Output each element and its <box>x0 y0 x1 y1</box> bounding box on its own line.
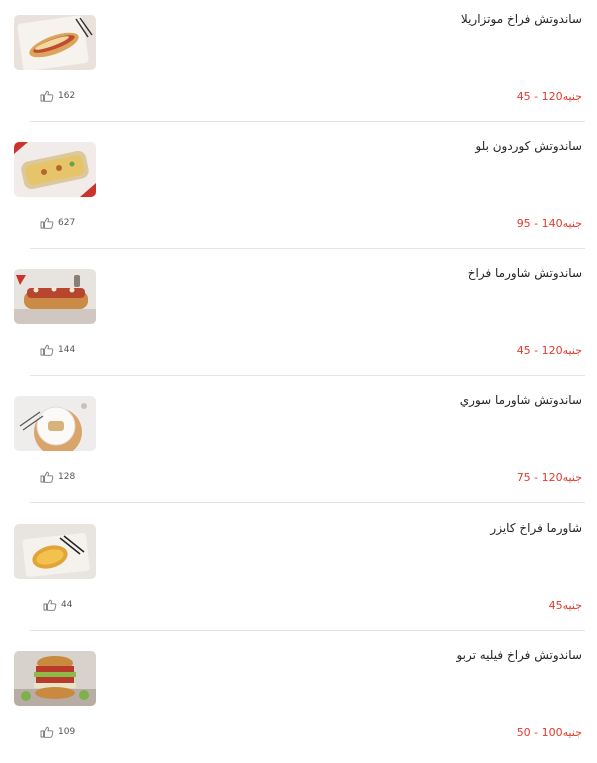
price-value: 95 - 140 <box>516 217 563 230</box>
like-button[interactable]: 128 <box>40 471 75 483</box>
thumbs-up-icon <box>40 344 54 356</box>
item-price: 45 - 120جنيه <box>517 90 582 103</box>
like-button[interactable]: 44 <box>43 599 72 611</box>
sandwich-image <box>14 651 96 706</box>
item-image[interactable] <box>14 651 96 706</box>
item-image[interactable] <box>14 269 96 324</box>
divider <box>30 375 585 376</box>
price-currency: جنيه <box>562 90 582 103</box>
item-price: 75 - 120جنيه <box>517 471 582 484</box>
menu-item[interactable]: شاورما فراخ كايزر 45جنيه 44 <box>0 509 597 636</box>
item-image[interactable] <box>14 142 96 197</box>
price-currency: جنيه <box>562 726 582 739</box>
price-value: 45 - 120 <box>516 344 563 357</box>
price-currency: جنيه <box>562 344 582 357</box>
item-image[interactable] <box>14 15 96 70</box>
item-image[interactable] <box>14 524 96 579</box>
item-price: 50 - 100جنيه <box>517 726 582 739</box>
thumbs-up-icon <box>40 471 54 483</box>
item-price: 45جنيه <box>549 599 582 612</box>
thumbs-up-icon <box>40 90 54 102</box>
like-button[interactable]: 162 <box>40 90 75 102</box>
like-count: 144 <box>58 345 76 355</box>
divider <box>30 121 585 122</box>
price-value: 50 - 100 <box>516 726 563 739</box>
menu-item[interactable]: ساندوتش شاورما سوري 75 - 120جنيه 128 <box>0 381 597 508</box>
menu-list: ساندوتش فراخ موتزاريلا 45 - 120جنيه 162 … <box>0 0 597 756</box>
like-button[interactable]: 109 <box>40 726 75 738</box>
item-title[interactable]: ساندوتش كوردون بلو <box>475 139 582 153</box>
price-value: 45 - 120 <box>516 90 563 103</box>
price-value: 45 <box>548 599 563 612</box>
menu-item[interactable]: ساندوتش فراخ موتزاريلا 45 - 120جنيه 162 <box>0 0 597 127</box>
item-price: 95 - 140جنيه <box>517 217 582 230</box>
sandwich-image <box>14 396 96 451</box>
divider <box>30 248 585 249</box>
item-price: 45 - 120جنيه <box>517 344 582 357</box>
sandwich-image <box>14 269 96 324</box>
item-title[interactable]: ساندوتش فراخ فيليه تربو <box>456 648 582 662</box>
divider <box>30 502 585 503</box>
price-value: 75 - 120 <box>516 471 563 484</box>
like-button[interactable]: 144 <box>40 344 75 356</box>
price-currency: جنيه <box>562 217 582 230</box>
like-count: 109 <box>58 727 76 737</box>
sandwich-image <box>14 524 96 579</box>
like-button[interactable]: 627 <box>40 217 75 229</box>
thumbs-up-icon <box>40 217 54 229</box>
like-count: 627 <box>58 218 76 228</box>
like-count: 128 <box>58 472 76 482</box>
sandwich-image <box>14 142 96 197</box>
thumbs-up-icon <box>40 726 54 738</box>
item-image[interactable] <box>14 396 96 451</box>
price-currency: جنيه <box>562 599 582 612</box>
item-title[interactable]: شاورما فراخ كايزر <box>490 521 582 535</box>
item-title[interactable]: ساندوتش فراخ موتزاريلا <box>461 12 582 26</box>
item-title[interactable]: ساندوتش شاورما سوري <box>460 393 582 407</box>
like-count: 44 <box>61 600 73 610</box>
divider <box>30 630 585 631</box>
like-count: 162 <box>58 91 76 101</box>
thumbs-up-icon <box>43 599 57 611</box>
item-title[interactable]: ساندوتش شاورما فراخ <box>468 266 582 280</box>
price-currency: جنيه <box>562 471 582 484</box>
sandwich-image <box>14 15 96 70</box>
menu-item[interactable]: ساندوتش كوردون بلو 95 - 140جنيه 627 <box>0 127 597 254</box>
menu-item[interactable]: ساندوتش فراخ فيليه تربو 50 - 100جنيه 109 <box>0 636 597 763</box>
menu-item[interactable]: ساندوتش شاورما فراخ 45 - 120جنيه 144 <box>0 254 597 381</box>
